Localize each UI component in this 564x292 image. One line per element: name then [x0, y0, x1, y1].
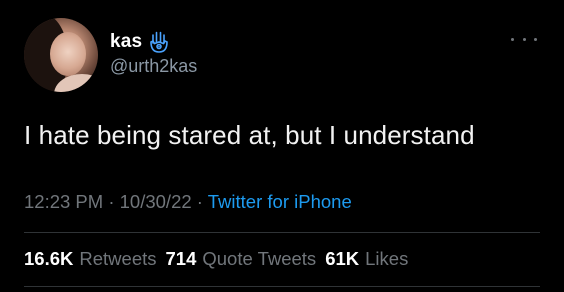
likes-stat[interactable]: 61K Likes — [325, 248, 408, 270]
divider — [24, 232, 540, 233]
author-handle[interactable]: @urth2kas — [110, 56, 197, 77]
retweets-label: Retweets — [79, 248, 157, 269]
meta-separator: · — [196, 191, 203, 212]
tweet-text: I hate being stared at, but I understand — [24, 120, 475, 150]
more-horizontal-icon[interactable] — [511, 34, 537, 44]
avatar[interactable] — [24, 18, 98, 92]
hamsa-icon — [148, 30, 170, 54]
meta-separator: · — [108, 191, 115, 212]
author-display-name[interactable]: kas — [110, 31, 142, 53]
quote-tweets-stat[interactable]: 714 Quote Tweets — [166, 248, 317, 270]
tweet-date[interactable]: 10/30/22 — [120, 191, 192, 212]
divider — [24, 286, 540, 287]
quote-tweets-label: Quote Tweets — [202, 248, 317, 269]
likes-label: Likes — [365, 248, 409, 269]
avatar-face — [50, 32, 86, 76]
quote-tweets-count: 714 — [165, 248, 197, 269]
likes-count: 61K — [325, 248, 360, 269]
author-name-row: kas — [110, 30, 170, 54]
tweet-stats: 16.6K Retweets 714 Quote Tweets 61K Like… — [24, 248, 408, 270]
retweets-count: 16.6K — [24, 248, 74, 269]
tweet-card: kas @urth2kas I hate being stared at, bu… — [0, 0, 564, 292]
tweet-meta: 12:23 PM · 10/30/22 · Twitter for iPhone — [24, 191, 352, 213]
retweets-stat[interactable]: 16.6K Retweets — [24, 248, 157, 270]
tweet-source-link[interactable]: Twitter for iPhone — [208, 191, 352, 212]
tweet-time[interactable]: 12:23 PM — [24, 191, 103, 212]
